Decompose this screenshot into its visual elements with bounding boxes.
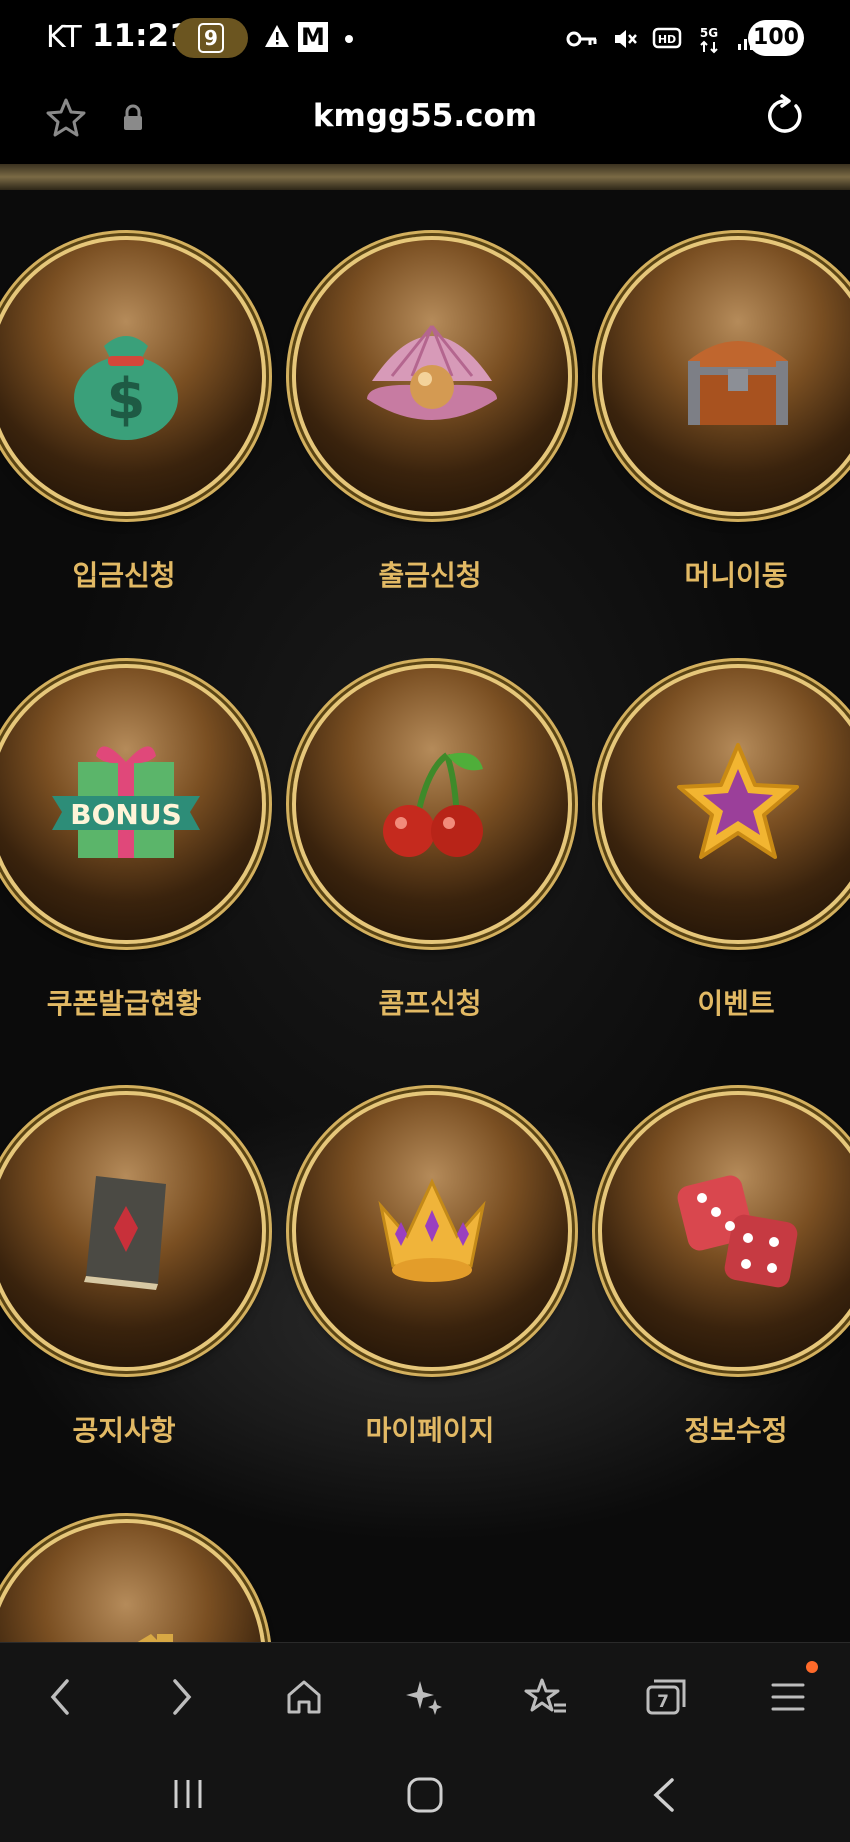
header-gold-strip [0, 164, 850, 190]
gold-shape-icon [137, 1634, 173, 1642]
sparkle-icon [406, 1681, 442, 1715]
reload-icon[interactable] [762, 94, 806, 138]
menu-circle[interactable] [0, 1091, 266, 1371]
ai-sparkle-button[interactable] [400, 1673, 448, 1721]
menu-circle[interactable]: BONUS [0, 664, 266, 944]
system-navigation-bar [0, 1748, 850, 1842]
menu-notification-dot [806, 1661, 818, 1673]
back-nav-icon[interactable] [650, 1776, 678, 1814]
warning-icon [265, 25, 289, 47]
menu-circle[interactable] [598, 1091, 850, 1371]
money-bag-icon: $ [74, 336, 178, 440]
back-button[interactable] [36, 1673, 84, 1721]
menu-label: 머니이동 [684, 559, 788, 592]
chevron-right-icon [173, 1679, 192, 1715]
menu-circle[interactable]: $ [0, 236, 266, 516]
mail-icon: M [298, 22, 328, 52]
tabs-count: 7 [657, 1692, 669, 1712]
menu-item-edit-info[interactable]: 정보수정 [598, 1091, 850, 1471]
menu-circle[interactable] [292, 236, 572, 516]
menu-item-deposit[interactable]: $ 입금신청 [0, 236, 266, 616]
menu-label: 출금신청 [378, 559, 482, 592]
tabs-button[interactable]: 7 [642, 1673, 690, 1721]
treasure-chest-icon [688, 341, 788, 425]
menu-button[interactable] [764, 1673, 812, 1721]
menu-circle[interactable] [598, 236, 850, 516]
bookmarks-star-icon [524, 1678, 566, 1713]
menu-circle[interactable] [598, 664, 850, 944]
menu-item-comp[interactable]: 콤프신청 [292, 664, 572, 1044]
home-nav-icon[interactable] [406, 1776, 444, 1814]
carrier-label: KT [46, 20, 82, 55]
dice-icon [677, 1175, 798, 1288]
svg-text:5G: 5G [700, 26, 718, 40]
cherry-icon [383, 752, 483, 857]
home-button[interactable] [280, 1673, 328, 1721]
menu-item-partial[interactable] [0, 1519, 266, 1642]
app-badge-icon: 9 [198, 23, 224, 53]
menu-item-coupon[interactable]: BONUS 쿠폰발급현황 [0, 664, 266, 1044]
bonus-gift-icon: BONUS [52, 746, 200, 858]
menu-item-notice[interactable]: 공지사항 [0, 1091, 266, 1471]
crown-icon [378, 1178, 486, 1282]
book-icon [84, 1176, 166, 1290]
svg-text:$: $ [107, 367, 146, 432]
url-text[interactable]: kmgg55.com [0, 98, 850, 134]
tabs-icon: 7 [646, 1679, 686, 1715]
svg-text:HD: HD [658, 33, 676, 46]
browser-bottom-nav: 7 [0, 1642, 850, 1749]
hamburger-menu-icon [771, 1683, 805, 1711]
menu-label: 이벤트 [697, 987, 775, 1020]
5g-icon: 5G [700, 26, 718, 54]
recent-apps-icon[interactable] [170, 1776, 206, 1812]
chevron-left-icon [50, 1679, 69, 1715]
menu-circle[interactable] [0, 1519, 266, 1642]
status-bar: KT 11:21 9 M HD 5G 100 [0, 0, 850, 80]
star-icon [677, 743, 799, 859]
home-icon [287, 1680, 321, 1714]
menu-grid: $ 입금신청 출금신청 머니이동 BONUS 쿠폰발급현황 콤프신청 이벤트 공… [0, 190, 850, 1642]
pearl-shell-icon [367, 325, 497, 420]
menu-item-money-transfer[interactable]: 머니이동 [598, 236, 850, 616]
key-icon [566, 31, 597, 47]
menu-item-event[interactable]: 이벤트 [598, 664, 850, 1044]
menu-label: 마이페이지 [365, 1414, 495, 1447]
hd-voice-icon: HD [652, 27, 682, 49]
menu-label: 정보수정 [684, 1414, 788, 1447]
system-status-icons: HD 5G [566, 22, 762, 56]
bookmarks-button[interactable] [522, 1673, 570, 1721]
menu-item-withdraw[interactable]: 출금신청 [292, 236, 572, 616]
browser-address-bar: kmgg55.com [0, 80, 850, 164]
forward-button[interactable] [158, 1673, 206, 1721]
mute-icon [615, 30, 637, 48]
menu-item-mypage[interactable]: 마이페이지 [292, 1091, 572, 1471]
battery-indicator: 100 [748, 20, 804, 56]
bonus-text: BONUS [70, 798, 181, 831]
more-notifications-dot [345, 35, 353, 43]
menu-label: 콤프신청 [378, 987, 482, 1020]
menu-circle[interactable] [292, 664, 572, 944]
menu-circle[interactable] [292, 1091, 572, 1371]
app-notification-pill: 9 [174, 18, 248, 58]
